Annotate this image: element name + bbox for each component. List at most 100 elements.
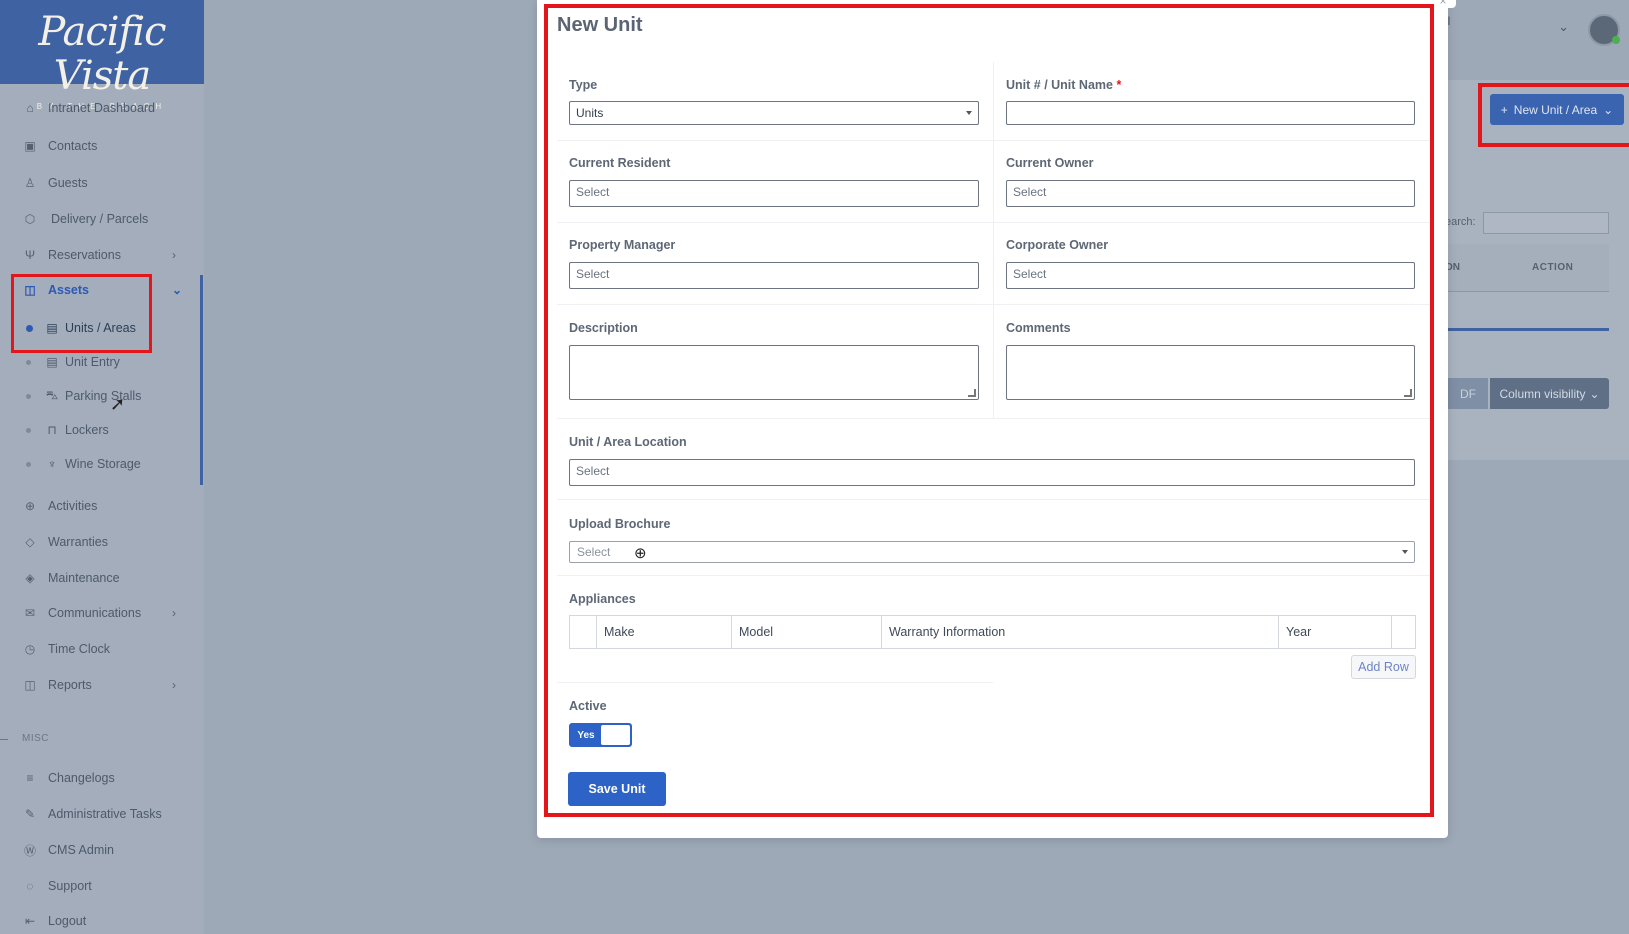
current-resident-select[interactable]: Select [569, 180, 979, 207]
select-placeholder: Select [1013, 185, 1047, 199]
sidebar-item-label: Support [48, 879, 92, 893]
sidebar-item-label: CMS Admin [48, 843, 114, 857]
table-header [1448, 244, 1609, 292]
chevron-down-icon: ⌄ [172, 283, 183, 297]
table-scrollbar[interactable] [1448, 328, 1609, 331]
row-divider [557, 499, 1430, 500]
sidebar: Pacific Vista BY THE BEACH ⌂ Intranet Da… [0, 0, 204, 934]
sidebar-item-communications[interactable]: ✉ Communications › [22, 603, 176, 623]
unit-name-input[interactable] [1006, 101, 1415, 125]
save-unit-button[interactable]: Save Unit [568, 772, 666, 806]
sidebar-subitem-label: Parking Stalls [65, 389, 142, 403]
contacts-icon: ▣ [24, 139, 36, 153]
avatar[interactable] [1588, 14, 1620, 46]
sidebar-item-label: Maintenance [48, 571, 120, 585]
corporate-owner-select[interactable]: Select [1006, 262, 1415, 289]
mail-icon: ✉ [24, 606, 36, 620]
current-owner-label: Current Owner [1006, 156, 1094, 170]
lock-icon: ⊓ [47, 423, 57, 437]
headset-icon: ◌ [26, 879, 34, 893]
select-placeholder: Select [576, 267, 610, 281]
chevron-down-icon: ⌄ [1589, 386, 1600, 401]
corporate-owner-label: Corporate Owner [1006, 238, 1109, 252]
chevron-right-icon: › [172, 248, 176, 262]
layout-icon: ◫ [24, 678, 36, 692]
home-icon: ⌂ [26, 101, 34, 115]
sidebar-subitem-unit-entry[interactable]: ▤ Unit Entry [26, 352, 120, 372]
column-visibility-button[interactable]: Column visibility ⌄ [1490, 378, 1609, 409]
column-header-actions [1392, 616, 1415, 648]
description-textarea[interactable] [569, 345, 979, 400]
wordpress-icon: Ⓦ [23, 843, 36, 858]
comments-textarea[interactable] [1006, 345, 1415, 400]
row-divider [557, 418, 1430, 419]
add-row-button[interactable]: Add Row [1351, 655, 1416, 679]
sidebar-item-delivery-parcels[interactable]: ⬡ Delivery / Parcels [22, 209, 149, 229]
sidebar-item-intranet-dashboard[interactable]: ⌂ Intranet Dashboard [22, 98, 155, 118]
sidebar-item-reports[interactable]: ◫ Reports › [22, 675, 176, 695]
sidebar-item-support[interactable]: ◌ Support [22, 876, 92, 896]
sidebar-item-reservations[interactable]: Ψ Reservations › [22, 245, 176, 265]
sidebar-item-administrative-tasks[interactable]: ✎ Administrative Tasks [22, 804, 162, 824]
resize-handle-icon[interactable] [968, 389, 976, 397]
sidebar-item-label: Reports [48, 678, 92, 692]
misc-heading: MISC [22, 733, 49, 744]
caret-down-icon [966, 111, 972, 115]
chevron-down-icon: ⌄ [1558, 19, 1569, 34]
user-icon: ♙ [24, 176, 36, 190]
sidebar-subitem-wine-storage[interactable]: ♆ Wine Storage [26, 454, 141, 474]
location-label: Unit / Area Location [569, 435, 687, 449]
sidebar-item-time-clock[interactable]: ◷ Time Clock [22, 639, 110, 659]
sidebar-item-activities[interactable]: ⊕ Activities [22, 496, 97, 516]
row-divider [557, 682, 993, 683]
sidebar-item-logout[interactable]: ⇤ Logout [22, 911, 86, 931]
row-divider [557, 304, 1430, 305]
brand-logo[interactable]: Pacific Vista BY THE BEACH [0, 0, 204, 111]
sidebar-item-label: Changelogs [48, 771, 115, 785]
description-label: Description [569, 321, 638, 335]
active-toggle[interactable]: Yes [569, 723, 632, 747]
sidebar-item-label: Time Clock [48, 642, 111, 656]
row-divider [557, 222, 1430, 223]
sidebar-item-contacts[interactable]: ▣ Contacts [22, 136, 97, 156]
type-select[interactable]: Units [569, 101, 979, 125]
current-owner-select[interactable]: Select [1006, 180, 1415, 207]
export-pdf-button[interactable]: DF [1448, 378, 1488, 409]
sidebar-item-label: Warranties [48, 535, 108, 549]
building-icon: ▤ [46, 355, 58, 369]
sidebar-item-maintenance[interactable]: ◈ Maintenance [22, 568, 120, 588]
modal-title: New Unit [557, 14, 643, 36]
sidebar-item-warranties[interactable]: ◇ Warranties [22, 532, 108, 552]
location-select[interactable]: Select [569, 459, 1415, 486]
column-header-action: ACTION [1532, 262, 1574, 273]
car-icon: ⛍ [45, 388, 59, 402]
zoom-cursor-icon: ⊕ [634, 545, 647, 562]
resize-handle-icon[interactable] [1404, 389, 1412, 397]
wine-glass-icon: ♆ [47, 457, 57, 471]
close-icon[interactable]: × [1430, 0, 1456, 8]
sidebar-item-changelogs[interactable]: ≡ Changelogs [22, 768, 115, 788]
utensils-icon: Ψ [24, 248, 36, 262]
table-search-input[interactable] [1483, 212, 1609, 234]
logout-icon: ⇤ [24, 914, 36, 928]
unit-name-label: Unit # / Unit Name * [1006, 78, 1121, 92]
bullet-dot [26, 393, 31, 399]
sidebar-item-cms-admin[interactable]: Ⓦ CMS Admin [22, 840, 114, 860]
sidebar-item-label: Reservations [48, 248, 121, 262]
sidebar-item-label: Logout [48, 914, 87, 928]
active-label: Active [569, 699, 607, 713]
shield-check-icon: ◈ [25, 571, 35, 585]
filter-select[interactable]: All ⌄ [1437, 14, 1577, 44]
appliances-label: Appliances [569, 592, 636, 606]
toggle-yes-label: Yes [577, 729, 595, 741]
select-placeholder: Select [577, 545, 611, 559]
upload-brochure-select[interactable]: Select [569, 541, 1415, 563]
property-manager-select[interactable]: Select [569, 262, 979, 289]
sidebar-item-label: Activities [48, 499, 98, 513]
unit-name-label-text: Unit # / Unit Name [1006, 78, 1113, 92]
sidebar-subitem-lockers[interactable]: ⊓ Lockers [26, 420, 109, 440]
sidebar-item-label: Contacts [48, 139, 98, 153]
sidebar-item-label: Delivery / Parcels [51, 212, 149, 226]
sidebar-subitem-label: Wine Storage [65, 457, 141, 471]
sidebar-item-guests[interactable]: ♙ Guests [22, 173, 88, 193]
